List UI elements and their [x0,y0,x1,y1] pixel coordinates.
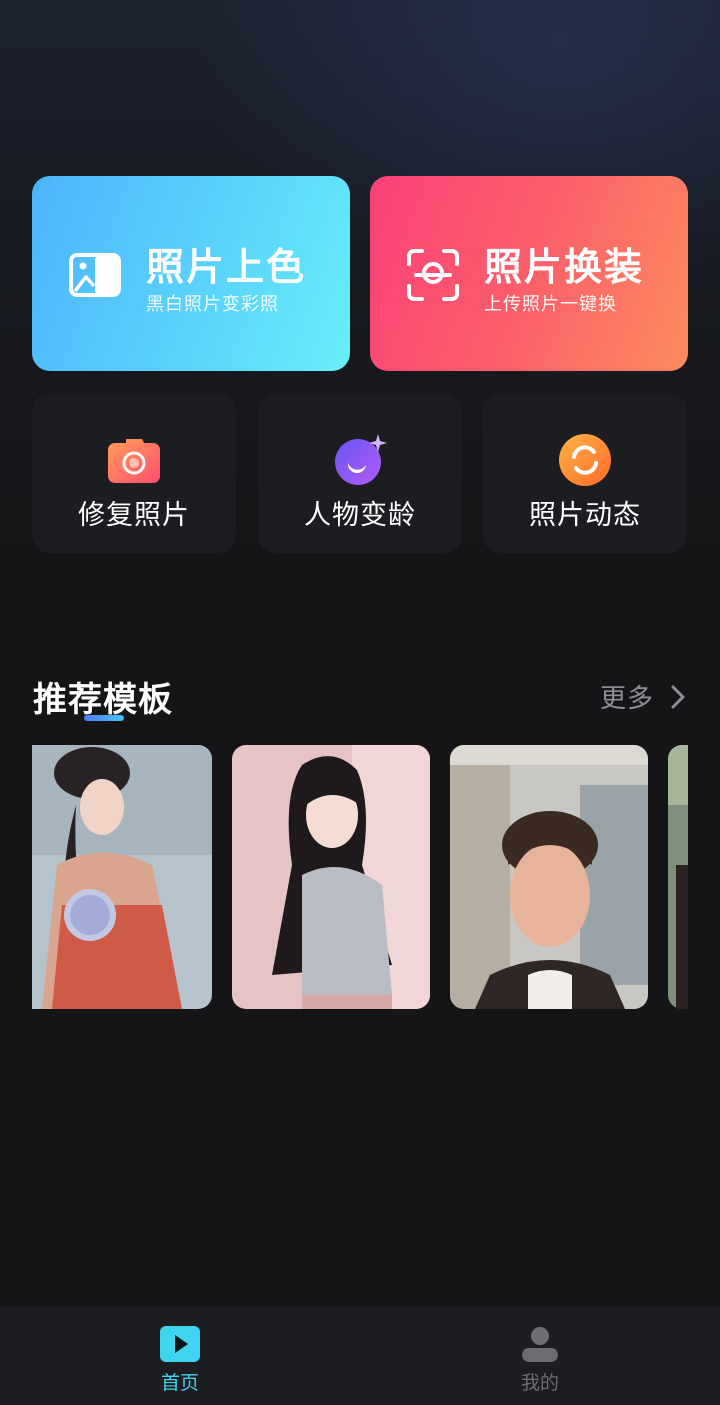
camera-icon [108,439,160,483]
person-icon [522,1327,558,1362]
tab-mine[interactable]: 我的 [360,1306,720,1405]
colorize-photo-card[interactable]: 照片上色 黑白照片变彩照 [32,176,350,371]
template-image [32,745,212,1009]
template-card-hanfu[interactable] [32,745,212,1009]
template-image [668,745,688,1009]
repair-photo-label: 修复照片 [78,500,190,531]
more-link[interactable]: 更多 [600,678,654,715]
outfit-swap-card[interactable]: 照片换装 上传照片一键换 [370,176,688,371]
tab-home-label: 首页 [160,1372,199,1394]
tab-home[interactable]: 首页 [0,1306,360,1405]
template-image [450,745,648,1009]
tab-mine-label: 我的 [520,1372,559,1394]
photo-motion-label: 照片动态 [529,500,641,531]
chevron-right-icon[interactable] [668,683,688,711]
age-change-card[interactable]: 人物变龄 [258,393,462,553]
outfit-swap-title: 照片换装 [484,245,645,289]
template-card-curly-hair[interactable] [450,745,648,1009]
age-change-label: 人物变龄 [304,500,416,531]
moon-sparkle-icon [335,434,387,485]
swirl-icon [559,434,611,486]
template-card-long-hair[interactable] [232,745,430,1009]
outfit-swap-subtitle: 上传照片一键换 [484,294,617,315]
photo-motion-card[interactable]: 照片动态 [483,393,687,553]
template-card-partial[interactable] [668,745,688,1009]
photo-icon [69,253,121,297]
bottom-tab-bar: 首页 我的 [0,1306,720,1405]
repair-photo-card[interactable]: 修复照片 [32,393,236,553]
recommended-title: 推荐模板 [33,680,173,720]
play-icon [160,1326,200,1362]
colorize-subtitle: 黑白照片变彩照 [146,294,279,315]
title-underline [84,715,124,721]
colorize-title: 照片上色 [146,245,307,289]
template-image [232,745,430,1009]
face-scan-icon [407,249,459,301]
